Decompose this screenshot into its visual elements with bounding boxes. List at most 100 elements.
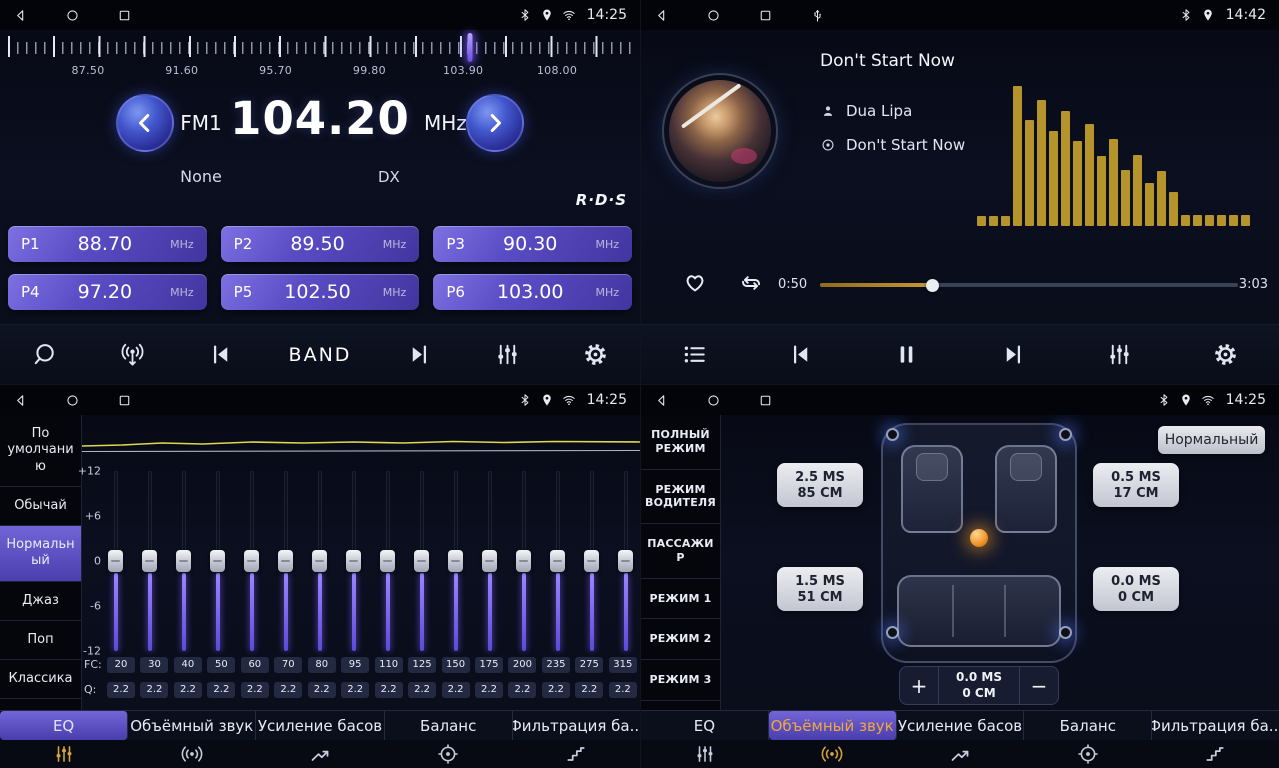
square-nav-button[interactable] bbox=[758, 8, 773, 23]
tab-filter[interactable]: Фильтрация ба... bbox=[513, 711, 640, 740]
eq-band-slider-95[interactable] bbox=[345, 471, 362, 651]
front-left-delay[interactable]: 2.5 MS 85 CM bbox=[777, 463, 863, 507]
eq-sliders-icon[interactable] bbox=[0, 740, 128, 768]
square-nav-button[interactable] bbox=[117, 393, 132, 408]
tab-eq-sliders[interactable]: EQ bbox=[641, 711, 769, 740]
balance-icon[interactable] bbox=[1024, 740, 1152, 768]
eq-band-slider-275[interactable] bbox=[583, 471, 600, 651]
q-value: 2.2 bbox=[308, 682, 336, 698]
eq-band-slider-80[interactable] bbox=[311, 471, 328, 651]
eq-band-slider-110[interactable] bbox=[379, 471, 396, 651]
eq-preset-item[interactable]: Нормальный bbox=[0, 526, 81, 582]
tab-eq-sliders[interactable]: EQ bbox=[0, 711, 128, 740]
eq-band-slider-200[interactable] bbox=[515, 471, 532, 651]
bass-boost-icon[interactable] bbox=[896, 740, 1024, 768]
filter-icon[interactable] bbox=[1151, 740, 1279, 768]
eq-band-slider-70[interactable] bbox=[277, 471, 294, 651]
q-value: 2.2 bbox=[274, 682, 302, 698]
eq-sliders-icon[interactable] bbox=[641, 740, 769, 768]
surround-mode-item[interactable]: РЕЖИМ 1 bbox=[641, 579, 720, 620]
tab-filter[interactable]: Фильтрация ба... bbox=[1152, 711, 1279, 740]
eq-preset-item[interactable]: По умолчанию bbox=[0, 415, 81, 487]
car-interior bbox=[881, 423, 1077, 663]
preset-button-p3[interactable]: P390.30MHz bbox=[433, 226, 632, 262]
preset-button-p4[interactable]: P497.20MHz bbox=[8, 274, 207, 310]
eq-band-slider-40[interactable] bbox=[175, 471, 192, 651]
surround-speaker-icon[interactable] bbox=[128, 740, 256, 768]
rear-left-delay[interactable]: 1.5 MS 51 CM bbox=[777, 567, 863, 611]
circle-nav-button[interactable] bbox=[706, 393, 721, 408]
back-nav-button[interactable] bbox=[13, 393, 28, 408]
fc-row: FC: 203040506070809511012515017520023527… bbox=[84, 656, 637, 673]
tab-bass-boost[interactable]: Усиление басов bbox=[897, 711, 1025, 740]
progress-knob[interactable] bbox=[926, 279, 939, 292]
previous-track-button[interactable] bbox=[780, 341, 820, 368]
tab-balance[interactable]: Баланс bbox=[385, 711, 513, 740]
front-right-delay[interactable]: 0.5 MS 17 CM bbox=[1093, 463, 1179, 507]
surround-mode-item[interactable]: ПОЛНЫЙ РЕЖИМ bbox=[641, 415, 720, 470]
circle-nav-button[interactable] bbox=[65, 8, 80, 23]
eq-band-slider-125[interactable] bbox=[413, 471, 430, 651]
usb-nav-button[interactable] bbox=[810, 8, 825, 23]
settings-button[interactable] bbox=[1206, 341, 1246, 368]
surround-mode-item[interactable]: РЕЖИМ ВОДИТЕЛЯ bbox=[641, 470, 720, 525]
surround-mode-item[interactable]: РЕЖИМ 3 bbox=[641, 660, 720, 701]
back-nav-button[interactable] bbox=[654, 8, 669, 23]
band-button[interactable]: BAND bbox=[289, 344, 352, 366]
q-value: 2.2 bbox=[107, 682, 135, 698]
eq-band-slider-30[interactable] bbox=[141, 471, 158, 651]
square-nav-button[interactable] bbox=[758, 393, 773, 408]
circle-nav-button[interactable] bbox=[65, 393, 80, 408]
eq-band-slider-150[interactable] bbox=[447, 471, 464, 651]
frequency-ruler[interactable]: 87.5091.6095.7099.80103.90108.00 bbox=[0, 33, 640, 80]
eq-preset-item[interactable]: Классика bbox=[0, 660, 81, 699]
equalizer-button[interactable] bbox=[488, 341, 528, 368]
playlist-button[interactable] bbox=[674, 341, 714, 368]
tab-surround-speaker[interactable]: Объёмный звук bbox=[769, 711, 897, 740]
eq-band-slider-235[interactable] bbox=[549, 471, 566, 651]
q-value: 2.2 bbox=[442, 682, 470, 698]
surround-mode-item[interactable]: ПАССАЖИР bbox=[641, 524, 720, 579]
tab-surround-speaker[interactable]: Объёмный звук bbox=[128, 711, 256, 740]
filter-icon[interactable] bbox=[512, 740, 640, 768]
eq-band-slider-315[interactable] bbox=[617, 471, 634, 651]
decrease-delay-button[interactable]: − bbox=[1020, 667, 1058, 704]
preset-button-p1[interactable]: P188.70MHz bbox=[8, 226, 207, 262]
favorite-button[interactable] bbox=[682, 269, 708, 295]
eq-preset-item[interactable]: Рок bbox=[0, 699, 81, 710]
eq-preset-item[interactable]: Джаз bbox=[0, 582, 81, 621]
back-nav-button[interactable] bbox=[13, 8, 28, 23]
surround-mode-item[interactable]: РЕЖИМ 2 bbox=[641, 619, 720, 660]
square-nav-button[interactable] bbox=[117, 8, 132, 23]
settings-button[interactable] bbox=[576, 341, 616, 368]
eq-preset-item[interactable]: Обычай bbox=[0, 487, 81, 526]
preset-button-p6[interactable]: P6103.00MHz bbox=[433, 274, 632, 310]
circle-nav-button[interactable] bbox=[706, 8, 721, 23]
back-nav-button[interactable] bbox=[654, 393, 669, 408]
bass-boost-icon[interactable] bbox=[256, 740, 384, 768]
play-pause-button[interactable] bbox=[887, 341, 927, 368]
progress-slider[interactable] bbox=[820, 283, 1238, 287]
tune-up-button[interactable] bbox=[466, 94, 524, 152]
next-station-button[interactable] bbox=[400, 341, 440, 368]
preset-button-p2[interactable]: P289.50MHz bbox=[221, 226, 420, 262]
next-track-button[interactable] bbox=[993, 341, 1033, 368]
eq-band-slider-175[interactable] bbox=[481, 471, 498, 651]
equalizer-button[interactable] bbox=[1099, 341, 1139, 368]
previous-station-button[interactable] bbox=[200, 341, 240, 368]
seek-broadcast-button[interactable] bbox=[112, 341, 152, 368]
eq-band-slider-60[interactable] bbox=[243, 471, 260, 651]
tab-bass-boost[interactable]: Усиление басов bbox=[256, 711, 384, 740]
surround-speaker-icon[interactable] bbox=[769, 740, 897, 768]
eq-preset-item[interactable]: Поп bbox=[0, 621, 81, 660]
rear-right-delay[interactable]: 0.0 MS 0 CM bbox=[1093, 567, 1179, 611]
surround-preset-button[interactable]: Нормальный bbox=[1158, 426, 1265, 454]
increase-delay-button[interactable]: + bbox=[900, 667, 938, 704]
balance-icon[interactable] bbox=[384, 740, 512, 768]
preset-button-p5[interactable]: P5102.50MHz bbox=[221, 274, 420, 310]
tab-balance[interactable]: Баланс bbox=[1024, 711, 1152, 740]
eq-band-slider-50[interactable] bbox=[209, 471, 226, 651]
scan-button[interactable] bbox=[24, 341, 64, 368]
eq-band-slider-20[interactable] bbox=[107, 471, 124, 651]
repeat-button[interactable] bbox=[738, 270, 764, 296]
